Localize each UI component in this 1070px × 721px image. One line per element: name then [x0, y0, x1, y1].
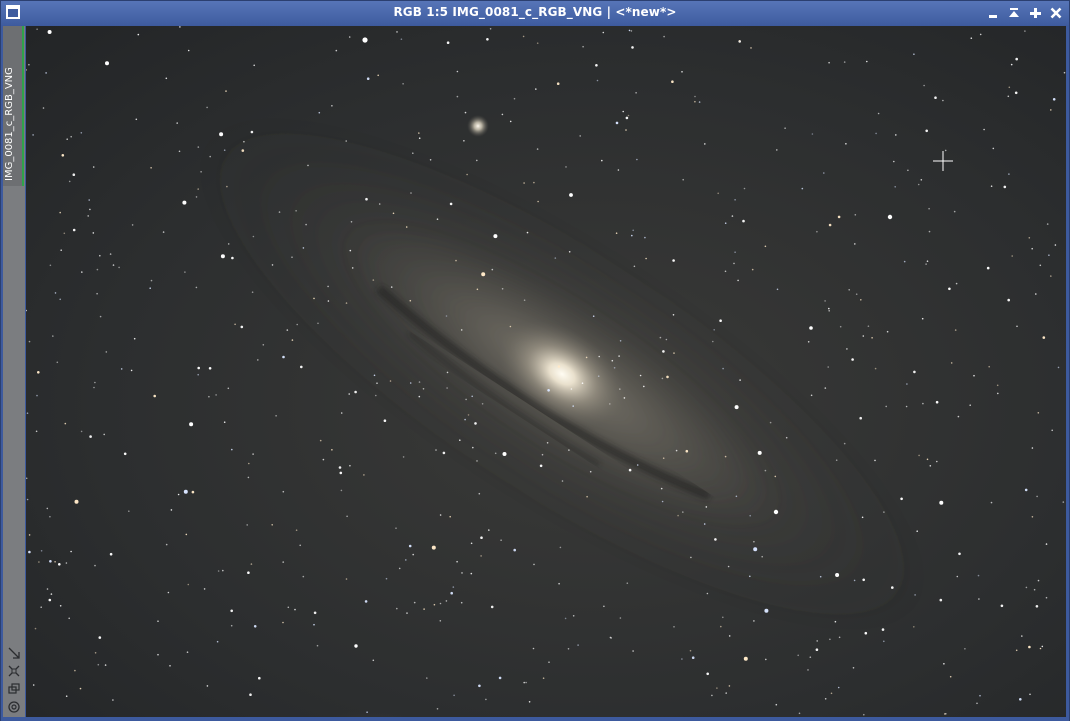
target-icon[interactable] — [7, 700, 21, 714]
close-icon[interactable] — [1048, 5, 1064, 21]
view-sidebar: IMG_0081_c_RGB_VNG — [3, 26, 25, 717]
window-title: RGB 1:5 IMG_0081_c_RGB_VNG | <*new*> — [393, 5, 677, 19]
maximize-icon[interactable] — [1027, 5, 1043, 21]
galaxy-m110 — [467, 115, 489, 137]
minimize-icon[interactable] — [985, 5, 1001, 21]
astro-image[interactable] — [26, 26, 1066, 717]
tab-image-label: IMG_0081_c_RGB_VNG — [4, 67, 15, 181]
clone-view-icon[interactable] — [7, 682, 21, 696]
resize-arrow-icon[interactable] — [7, 646, 21, 660]
image-window: RGB 1:5 IMG_0081_c_RGB_VNG | <*new*> IMG… — [0, 0, 1070, 721]
image-viewport[interactable] — [26, 26, 1066, 717]
shade-icon[interactable] — [1006, 5, 1022, 21]
tab-image-view[interactable]: IMG_0081_c_RGB_VNG — [3, 26, 24, 186]
window-bottom-border — [1, 717, 1069, 721]
zoom-fit-icon[interactable] — [7, 664, 21, 678]
title-bar[interactable]: RGB 1:5 IMG_0081_c_RGB_VNG | <*new*> — [1, 1, 1069, 25]
